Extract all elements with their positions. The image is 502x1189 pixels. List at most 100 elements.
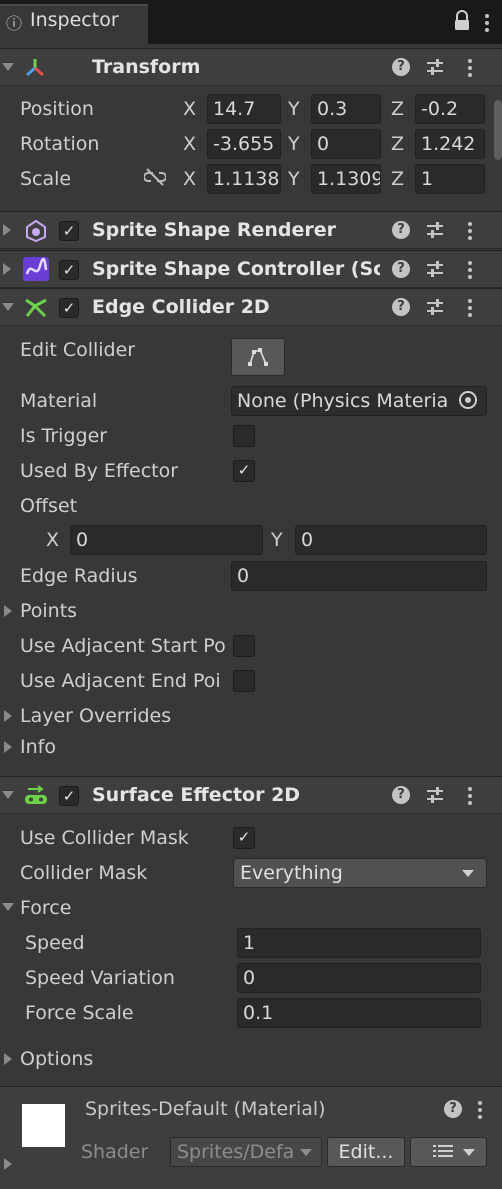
shader-list-button[interactable] — [410, 1137, 487, 1167]
edge-collider-enabled-checkbox[interactable]: ✓ — [59, 298, 79, 318]
surface-effector-title: Surface Effector 2D — [92, 784, 301, 806]
presets-icon[interactable] — [426, 221, 444, 239]
component-menu-icon[interactable] — [467, 220, 473, 240]
help-icon[interactable]: ? — [392, 298, 410, 316]
scale-y-field[interactable]: 1.1309 — [311, 164, 381, 194]
surface-effector-enabled-checkbox[interactable]: ✓ — [59, 786, 79, 806]
offset-label: Offset — [20, 495, 78, 517]
offset-x-field[interactable]: 0 — [70, 525, 263, 555]
material-title: Sprites-Default (Material) — [85, 1098, 326, 1120]
fold-down-icon[interactable] — [2, 63, 14, 71]
fold-right-icon[interactable] — [4, 605, 12, 617]
used-by-effector-label: Used By Effector — [20, 460, 179, 482]
help-icon[interactable]: ? — [444, 1100, 462, 1118]
scale-y-label[interactable]: Y — [288, 168, 300, 190]
position-y-label[interactable]: Y — [288, 98, 300, 120]
rotation-x-label[interactable]: X — [183, 133, 196, 155]
shader-edit-button[interactable]: Edit... — [327, 1137, 405, 1167]
scale-x-field[interactable]: 1.1138 — [207, 164, 281, 194]
scale-z-label[interactable]: Z — [391, 168, 404, 190]
fold-right-icon[interactable] — [4, 710, 12, 722]
speed-variation-label: Speed Variation — [25, 967, 175, 989]
edge-radius-label: Edge Radius — [20, 565, 138, 587]
presets-icon[interactable] — [426, 260, 444, 278]
list-icon — [432, 1145, 453, 1157]
position-y-field[interactable]: 0.3 — [311, 94, 381, 124]
rotation-y-field[interactable]: 0 — [311, 129, 381, 159]
material-menu-icon[interactable] — [477, 1099, 483, 1119]
position-x-label[interactable]: X — [183, 98, 196, 120]
edit-collider-icon — [248, 348, 268, 366]
rotation-z-field[interactable]: 1.242 — [415, 129, 485, 159]
fold-right-icon[interactable] — [4, 741, 12, 753]
edit-collider-label: Edit Collider — [20, 339, 136, 361]
edit-collider-button[interactable] — [231, 338, 285, 376]
surface-effector-icon — [25, 785, 47, 804]
is-trigger-checkbox[interactable] — [233, 425, 255, 447]
use-adjacent-start-label: Use Adjacent Start Po — [20, 635, 226, 657]
position-z-field[interactable]: -0.2 — [415, 94, 485, 124]
is-trigger-label: Is Trigger — [20, 425, 108, 447]
speed-label: Speed — [25, 932, 85, 954]
collider-mask-dropdown[interactable]: Everything — [233, 858, 487, 888]
sprite-shape-renderer-icon — [26, 219, 46, 243]
lock-icon[interactable] — [452, 10, 472, 32]
presets-icon[interactable] — [426, 58, 444, 76]
info-foldout[interactable]: Info — [20, 736, 56, 758]
position-x-field[interactable]: 14.7 — [207, 94, 281, 124]
layer-overrides-foldout[interactable]: Layer Overrides — [20, 705, 171, 727]
help-icon[interactable]: ? — [392, 786, 410, 804]
scale-z-field[interactable]: 1 — [415, 164, 485, 194]
use-collider-mask-label: Use Collider Mask — [20, 827, 189, 849]
position-z-label[interactable]: Z — [391, 98, 404, 120]
info-icon: ⓘ — [6, 14, 23, 33]
object-picker-icon[interactable] — [459, 391, 477, 409]
tab-menu-icon[interactable] — [484, 12, 490, 32]
speed-field[interactable]: 1 — [237, 928, 481, 958]
options-foldout[interactable]: Options — [20, 1048, 93, 1070]
fold-down-icon[interactable] — [2, 303, 14, 311]
component-menu-icon[interactable] — [467, 259, 473, 279]
fold-right-icon[interactable] — [3, 263, 11, 275]
component-menu-icon[interactable] — [467, 57, 473, 77]
force-scale-label: Force Scale — [25, 1002, 134, 1024]
force-foldout[interactable]: Force — [20, 897, 71, 919]
force-scale-field[interactable]: 0.1 — [237, 998, 481, 1028]
material-field[interactable]: None (Physics Materia — [231, 386, 487, 416]
rotation-x-field[interactable]: -3.655 — [207, 129, 281, 159]
fold-right-icon[interactable] — [4, 1053, 12, 1065]
sprite-shape-controller-enabled-checkbox[interactable]: ✓ — [59, 260, 79, 280]
component-menu-icon[interactable] — [467, 785, 473, 805]
scale-x-label[interactable]: X — [183, 168, 196, 190]
sprite-shape-renderer-enabled-checkbox[interactable]: ✓ — [59, 221, 79, 241]
use-collider-mask-checkbox[interactable]: ✓ — [233, 827, 255, 849]
speed-variation-field[interactable]: 0 — [237, 963, 481, 993]
use-adjacent-start-checkbox[interactable] — [233, 635, 255, 657]
rotation-z-label[interactable]: Z — [391, 133, 404, 155]
points-foldout[interactable]: Points — [20, 600, 77, 622]
sprite-shape-controller-icon — [23, 257, 49, 281]
inspector-tab-title: Inspector — [30, 9, 119, 31]
fold-down-icon[interactable] — [2, 791, 14, 799]
presets-icon[interactable] — [426, 786, 444, 804]
use-adjacent-end-checkbox[interactable] — [233, 670, 255, 692]
offset-y-field[interactable]: 0 — [295, 525, 487, 555]
presets-icon[interactable] — [426, 298, 444, 316]
help-icon[interactable]: ? — [392, 58, 410, 76]
rotation-label: Rotation — [20, 133, 100, 155]
used-by-effector-checkbox[interactable]: ✓ — [233, 460, 255, 482]
fold-right-icon[interactable] — [3, 224, 11, 236]
component-menu-icon[interactable] — [467, 297, 473, 317]
scrollbar[interactable] — [494, 100, 502, 160]
shader-label: Shader — [81, 1141, 149, 1163]
collider-mask-value: Everything — [240, 862, 343, 884]
rotation-y-label[interactable]: Y — [288, 133, 300, 155]
fold-down-icon[interactable] — [2, 903, 14, 911]
help-icon[interactable]: ? — [392, 260, 410, 278]
offset-x-label[interactable]: X — [46, 529, 59, 551]
fold-right-icon[interactable] — [4, 1158, 12, 1170]
help-icon[interactable]: ? — [392, 221, 410, 239]
offset-y-label[interactable]: Y — [271, 529, 283, 551]
unlinked-scale-icon[interactable] — [144, 168, 166, 186]
edge-radius-field[interactable]: 0 — [231, 561, 487, 591]
